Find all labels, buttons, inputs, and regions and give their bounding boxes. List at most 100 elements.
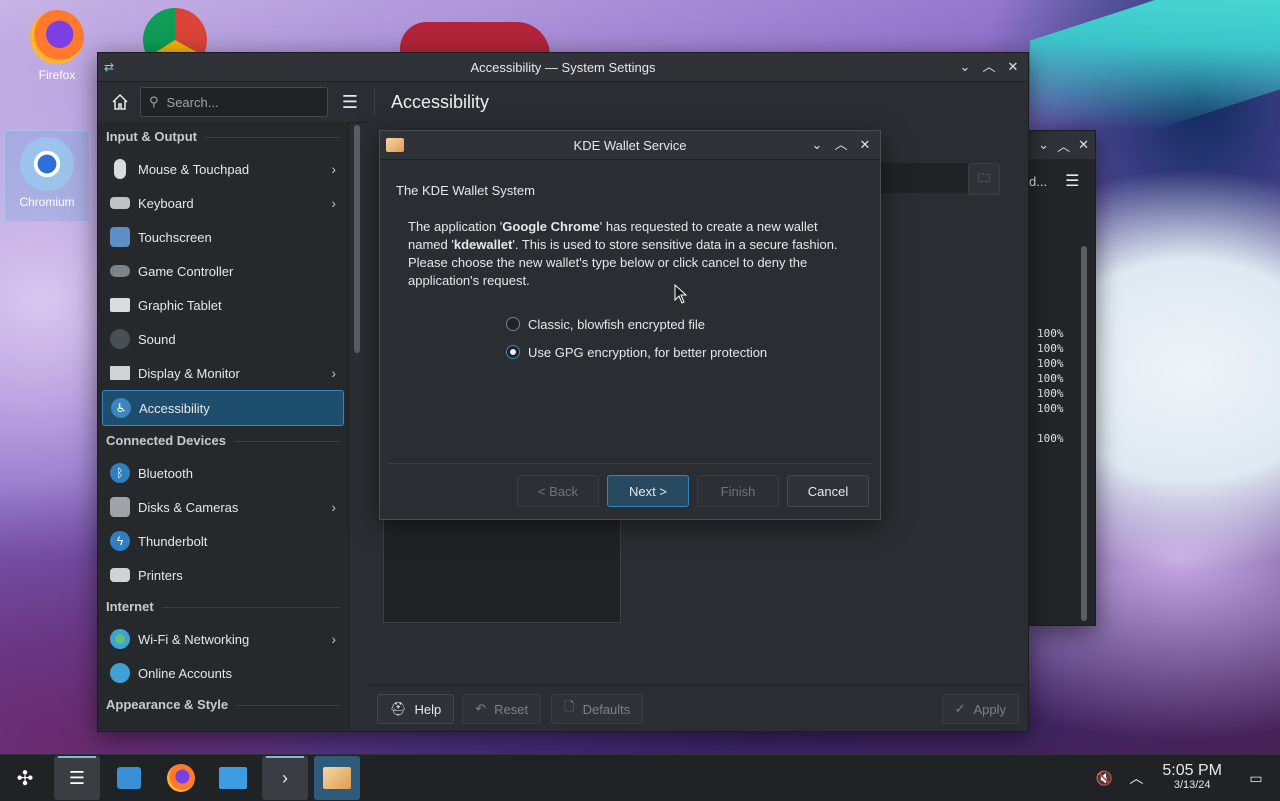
sidebar-category: Internet — [98, 592, 348, 622]
maximize-icon[interactable]: ︿ — [832, 136, 850, 154]
desktop-icon-chromium[interactable]: Chromium — [4, 130, 90, 222]
konsole-output: 100% 100% 100% 100% 100% 100% 100% — [1037, 326, 1064, 446]
sidebar-item-display-monitor[interactable]: Display & Monitor › — [102, 356, 344, 390]
gamepad-icon — [110, 265, 130, 277]
radio-button[interactable] — [506, 317, 520, 331]
maximize-icon[interactable]: ︿ — [980, 58, 998, 76]
search-icon: ⚲ — [149, 94, 159, 109]
konsole-window[interactable]: ⌄ ︿ ✕ d... ☰ 100% 100% 100% 100% 100% 10… — [1028, 130, 1096, 626]
reset-icon: ↶ — [475, 701, 487, 716]
close-icon[interactable]: ✕ — [856, 136, 874, 154]
sidebar-item-bluetooth[interactable]: ᛒ Bluetooth — [102, 456, 344, 490]
taskbar-kwallet[interactable] — [314, 756, 360, 800]
reset-button[interactable]: ↶ Reset — [462, 694, 542, 724]
close-icon[interactable]: ✕ — [1078, 137, 1089, 153]
chevron-up-icon[interactable]: ︿ — [1124, 766, 1148, 790]
clock[interactable]: 5:05 PM 3/13/24 — [1162, 763, 1222, 792]
konsole-scrollbar[interactable] — [1081, 246, 1087, 621]
sidebar-category: Appearance & Style — [98, 690, 348, 720]
checkmark-icon: ✓ — [954, 701, 966, 716]
sidebar-item-disks-cameras[interactable]: Disks & Cameras › — [102, 490, 344, 524]
sidebar-category: Input & Output — [98, 122, 348, 152]
sidebar-item-thunderbolt[interactable]: ϟ Thunderbolt — [102, 524, 344, 558]
content-panel — [383, 519, 621, 623]
konsole-line — [1037, 416, 1064, 431]
settings-titlebar[interactable]: ⇄ Accessibility — System Settings ⌄ ︿ ✕ — [98, 53, 1028, 82]
finish-button[interactable]: Finish — [697, 475, 779, 507]
content-field[interactable] — [880, 163, 970, 193]
kde-wallet-dialog[interactable]: KDE Wallet Service ⌄ ︿ ✕ The KDE Wallet … — [379, 130, 881, 520]
file-picker-button[interactable]: 🗀 — [968, 163, 1000, 195]
taskbar-dolphin[interactable] — [210, 756, 256, 800]
category-label: Input & Output — [106, 129, 197, 144]
message-text: The application ' — [408, 219, 503, 234]
radio-classic-blowfish[interactable]: Classic, blowfish encrypted file — [506, 310, 864, 338]
chevron-down-icon[interactable]: ⌄ — [1038, 137, 1049, 153]
maximize-icon[interactable]: ︿ — [1057, 136, 1070, 155]
application-launcher[interactable]: ✣ — [2, 756, 48, 800]
page-title: Accessibility — [391, 91, 490, 112]
cancel-button[interactable]: Cancel — [787, 475, 869, 507]
sidebar-item-label: Accessibility — [139, 400, 210, 416]
defaults-button[interactable]: 🗋 Defaults — [551, 694, 644, 724]
sidebar-item-keyboard[interactable]: Keyboard › — [102, 186, 344, 220]
sidebar-item-label: Display & Monitor — [138, 365, 240, 381]
category-label: Appearance & Style — [106, 697, 229, 712]
dialog-message: The application 'Google Chrome' has requ… — [408, 218, 848, 290]
volume-muted-icon[interactable]: 🔇 — [1092, 766, 1116, 790]
hamburger-menu-button[interactable]: ☰ — [336, 88, 364, 116]
touchscreen-icon — [110, 227, 130, 247]
hamburger-menu-icon[interactable]: ☰ — [1065, 171, 1079, 191]
sidebar-item-label: Sound — [138, 331, 176, 347]
apply-button[interactable]: ✓ Apply — [941, 694, 1019, 724]
wallet-titlebar[interactable]: KDE Wallet Service ⌄ ︿ ✕ — [380, 131, 880, 160]
wallet-icon — [323, 767, 351, 789]
next-button[interactable]: Next > — [607, 475, 689, 507]
store-bag-icon — [117, 767, 141, 789]
konsole-line: 100% — [1037, 432, 1064, 445]
sidebar-item-mouse-touchpad[interactable]: Mouse & Touchpad › — [102, 152, 344, 186]
clock-date: 3/13/24 — [1173, 779, 1211, 791]
chevron-right-icon: › — [331, 365, 336, 381]
taskbar-system-settings[interactable]: ☰ — [54, 756, 100, 800]
tablet-icon — [110, 298, 130, 312]
sidebar-item-label: Game Controller — [138, 263, 234, 279]
radio-gpg-encryption[interactable]: Use GPG encryption, for better protectio… — [506, 338, 864, 366]
radio-button[interactable] — [506, 345, 520, 359]
category-label: Internet — [106, 599, 154, 614]
app-name: Google Chrome — [502, 219, 600, 234]
sidebar-item-sound[interactable]: Sound — [102, 322, 344, 356]
globe-icon — [110, 629, 130, 649]
konsole-line: 100% — [1037, 372, 1064, 385]
search-input[interactable]: ⚲ Search... — [140, 87, 328, 117]
konsole-line: 100% — [1037, 402, 1064, 415]
sidebar-item-accessibility[interactable]: ♿ Accessibility — [102, 390, 344, 426]
help-button[interactable]: ⛑ Help — [377, 694, 455, 724]
taskbar-firefox[interactable] — [158, 756, 204, 800]
sidebar-item-graphic-tablet[interactable]: Graphic Tablet — [102, 288, 344, 322]
minimize-icon[interactable]: ⌄ — [956, 58, 974, 76]
sidebar-item-printers[interactable]: Printers — [102, 558, 344, 592]
sidebar-item-online-accounts[interactable]: Online Accounts — [102, 656, 344, 690]
minimize-icon[interactable]: ⌄ — [808, 136, 826, 154]
sidebar-scrollbar[interactable] — [354, 125, 360, 353]
sidebar-item-label: Disks & Cameras — [138, 499, 239, 515]
sidebar-item-wifi-networking[interactable]: Wi-Fi & Networking › — [102, 622, 344, 656]
home-button[interactable] — [106, 88, 134, 116]
thunderbolt-icon: ϟ — [110, 531, 130, 551]
chevron-right-icon: › — [331, 161, 336, 177]
taskbar-discover[interactable] — [106, 756, 152, 800]
desktop-icon-firefox[interactable]: Firefox — [22, 10, 92, 82]
settings-footer: ⛑ Help ↶ Reset 🗋 Defaults ✓ Apply — [369, 685, 1027, 732]
sidebar-item-touchscreen[interactable]: Touchscreen — [102, 220, 344, 254]
sidebar-item-game-controller[interactable]: Game Controller — [102, 254, 344, 288]
firefox-icon — [30, 10, 84, 64]
wallet-app-icon — [386, 138, 404, 152]
taskbar-konsole[interactable]: › — [262, 756, 308, 800]
settings-header: ⚲ Search... ☰ Accessibility — [98, 82, 1028, 123]
show-desktop-icon[interactable]: ▭ — [1244, 766, 1268, 790]
mouse-cursor-icon — [674, 284, 688, 304]
back-button[interactable]: < Back — [517, 475, 599, 507]
dialog-buttons: < Back Next > Finish Cancel — [517, 475, 869, 507]
close-icon[interactable]: ✕ — [1004, 58, 1022, 76]
